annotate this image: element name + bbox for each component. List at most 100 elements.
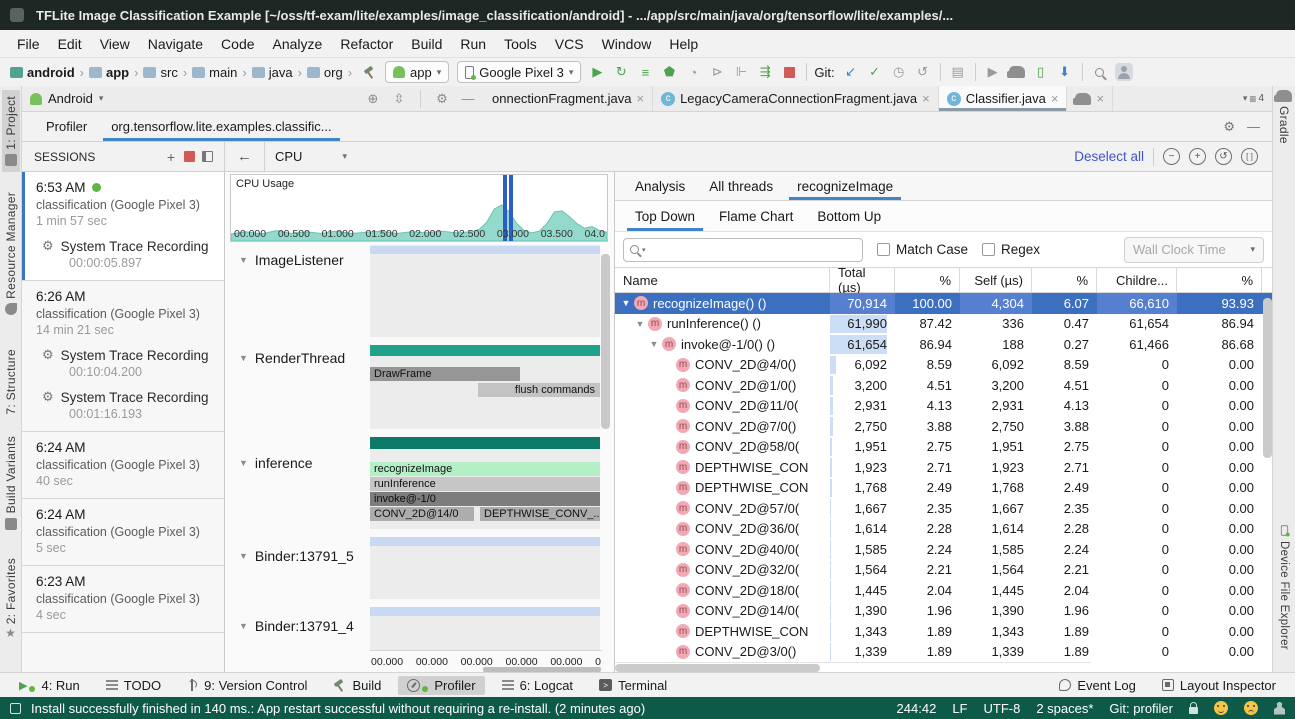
analysis-tab[interactable]: recognizeImage — [785, 172, 905, 200]
hide-panel-icon[interactable]: — — [458, 91, 478, 106]
trace-span[interactable]: recognizeImage — [370, 462, 600, 476]
analysis-tab[interactable]: Analysis — [623, 172, 697, 200]
cpu-usage-chart[interactable]: CPU Usage 00.00000.50001.00001.50002.000… — [230, 174, 608, 242]
stripe-tab-2-favorites[interactable]: 2: Favorites★ — [2, 552, 20, 646]
thread-activity-bar[interactable] — [370, 537, 600, 546]
menu-item-tools[interactable]: Tools — [495, 33, 546, 55]
gear-icon[interactable]: ⚙ — [1223, 119, 1235, 135]
toolwindow-button-todo[interactable]: TODO — [97, 676, 170, 695]
search-input[interactable] — [649, 242, 856, 257]
breadcrumb-item[interactable]: org — [307, 65, 343, 80]
table-row[interactable]: mCONV_2D@40/0(1,5852.241,5852.2400.00 — [615, 539, 1272, 560]
trace-span[interactable]: flush commands — [478, 383, 600, 397]
thread-row-label[interactable]: ▼ImageListener — [239, 252, 344, 268]
breadcrumb-item[interactable]: java — [252, 65, 293, 80]
column-header[interactable]: Name — [615, 268, 830, 292]
gradle-sync-icon[interactable] — [1006, 61, 1028, 83]
deselect-all-link[interactable]: Deselect all — [1074, 149, 1144, 164]
sad-feedback-icon[interactable] — [1244, 701, 1258, 715]
column-header[interactable]: Childre... — [1097, 268, 1177, 292]
close-icon[interactable]: × — [922, 91, 930, 106]
status-message[interactable]: Install successfully finished in 140 ms.… — [31, 701, 645, 716]
search-everywhere-icon[interactable] — [1089, 61, 1111, 83]
stop-button[interactable] — [778, 61, 800, 83]
menu-item-file[interactable]: File — [8, 33, 49, 55]
rerun-tests-button[interactable]: ⇶ — [754, 61, 776, 83]
stripe-tab-device-file-explorer[interactable]: Device File Explorer — [1273, 524, 1295, 650]
menu-item-build[interactable]: Build — [402, 33, 451, 55]
table-row[interactable]: mCONV_2D@14/0(1,3901.961,3901.9600.00 — [615, 601, 1272, 622]
breadcrumb-item[interactable]: main — [192, 65, 237, 80]
build-hammer-icon[interactable] — [358, 61, 380, 83]
back-arrow-icon[interactable]: ← — [225, 142, 265, 171]
menu-item-analyze[interactable]: Analyze — [264, 33, 332, 55]
zoom-in-button[interactable]: + — [1189, 148, 1206, 165]
menu-item-help[interactable]: Help — [660, 33, 707, 55]
session-item[interactable]: 6:24 AMclassification (Google Pixel 3)40… — [22, 432, 224, 499]
editor-tab[interactable]: cLegacyCameraConnectionFragment.java× — [653, 86, 939, 111]
project-structure-icon[interactable]: ▤ — [947, 61, 969, 83]
breadcrumb-item[interactable]: android — [10, 65, 75, 80]
file-encoding[interactable]: UTF-8 — [983, 701, 1020, 716]
run-button[interactable]: ▶ — [586, 61, 608, 83]
run-config-selector[interactable]: app ▾ — [385, 61, 449, 83]
column-header[interactable]: Total (µs) — [830, 268, 895, 292]
clock-type-dropdown[interactable]: Wall Clock Time ▾ — [1124, 237, 1264, 263]
hidden-tabs-dropdown[interactable]: ▾ ≡ 4 — [1235, 86, 1272, 111]
collapse-panel-icon[interactable] — [198, 148, 216, 166]
session-item[interactable]: 6:53 AMclassification (Google Pixel 3)1 … — [22, 172, 224, 281]
git-branch[interactable]: Git: profiler — [1109, 701, 1173, 716]
gear-icon[interactable]: ⚙ — [432, 91, 452, 107]
lock-icon[interactable] — [1189, 707, 1198, 714]
step-button[interactable]: ⊩ — [730, 61, 752, 83]
table-row[interactable]: mDEPTHWISE_CON1,3431.891,3431.8900.00 — [615, 621, 1272, 642]
table-row[interactable]: mDEPTHWISE_CON1,7682.491,7682.4900.00 — [615, 478, 1272, 499]
stripe-tab-gradle[interactable]: Gradle — [1273, 90, 1295, 144]
table-row[interactable]: mCONV_2D@1/0()3,2004.513,2004.5100.00 — [615, 375, 1272, 396]
table-row[interactable]: mDEPTHWISE_CON1,9232.711,9232.7100.00 — [615, 457, 1272, 478]
analysis-tab[interactable]: All threads — [697, 172, 785, 200]
menu-item-navigate[interactable]: Navigate — [139, 33, 212, 55]
toolwindow-button-layout-inspector[interactable]: Layout Inspector — [1153, 676, 1285, 695]
session-item[interactable]: 6:26 AMclassification (Google Pixel 3)14… — [22, 281, 224, 432]
thread-activity-bar[interactable] — [370, 345, 600, 356]
table-row[interactable]: mCONV_2D@7/0()2,7503.882,7503.8800.00 — [615, 416, 1272, 437]
thread-row-label[interactable]: ▼Binder:13791_5 — [239, 548, 354, 564]
close-icon[interactable]: × — [1051, 91, 1059, 106]
hide-panel-icon[interactable]: — — [1247, 119, 1260, 134]
debug-button[interactable]: ⬟ — [658, 61, 680, 83]
column-header[interactable]: Self (µs) — [960, 268, 1032, 292]
column-header[interactable]: % — [1032, 268, 1097, 292]
toolwindow-button-4-run[interactable]: ▶4: Run — [10, 676, 89, 695]
breadcrumb-item[interactable]: app — [89, 65, 129, 80]
thread-row-label[interactable]: ▼RenderThread — [239, 350, 345, 366]
stripe-tab-resource-manager[interactable]: Resource Manager — [2, 186, 20, 321]
project-view-selector[interactable]: Android — [48, 91, 93, 106]
recording-item[interactable]: ⚙System Trace Recording00:01:16.193 — [36, 389, 216, 421]
table-hscrollbar[interactable] — [615, 662, 1091, 672]
profile-button[interactable]: ◔ — [682, 61, 704, 83]
expand-arrow-icon[interactable]: ▼ — [635, 319, 645, 329]
happy-feedback-icon[interactable] — [1214, 701, 1228, 715]
table-row[interactable]: mCONV_2D@32/0(1,5642.211,5642.2100.00 — [615, 560, 1272, 581]
toolwindow-button-terminal[interactable]: >Terminal — [590, 676, 676, 695]
line-separator[interactable]: LF — [952, 701, 967, 716]
breadcrumb-item[interactable]: src — [143, 65, 177, 80]
toolwindow-button-event-log[interactable]: Event Log — [1050, 676, 1145, 695]
git-history-button[interactable]: ◷ — [888, 61, 910, 83]
table-row[interactable]: mCONV_2D@57/0(1,6672.351,6672.3500.00 — [615, 498, 1272, 519]
table-row[interactable]: mCONV_2D@4/0()6,0928.596,0928.5900.00 — [615, 355, 1272, 376]
table-row[interactable]: mCONV_2D@58/0(1,9512.751,9512.7500.00 — [615, 437, 1272, 458]
analysis-subtab[interactable]: Flame Chart — [707, 201, 805, 231]
toolwindow-button-9-version-control[interactable]: 9: Version Control — [178, 676, 316, 695]
menu-item-code[interactable]: Code — [212, 33, 263, 55]
thread-row-label[interactable]: ▼Binder:13791_4 — [239, 618, 354, 634]
profiler-tab[interactable]: org.tensorflow.lite.examples.classific..… — [99, 112, 343, 141]
toolwindow-button-build[interactable]: Build — [324, 676, 390, 695]
profiler-view-dropdown[interactable]: CPU ▾ — [275, 149, 347, 164]
thread-activity-bar[interactable] — [370, 437, 600, 449]
add-session-button[interactable]: + — [162, 148, 180, 166]
reset-zoom-button[interactable]: ↺ — [1215, 148, 1232, 165]
menu-item-run[interactable]: Run — [451, 33, 495, 55]
trace-span[interactable]: invoke@-1/0 — [370, 492, 600, 506]
